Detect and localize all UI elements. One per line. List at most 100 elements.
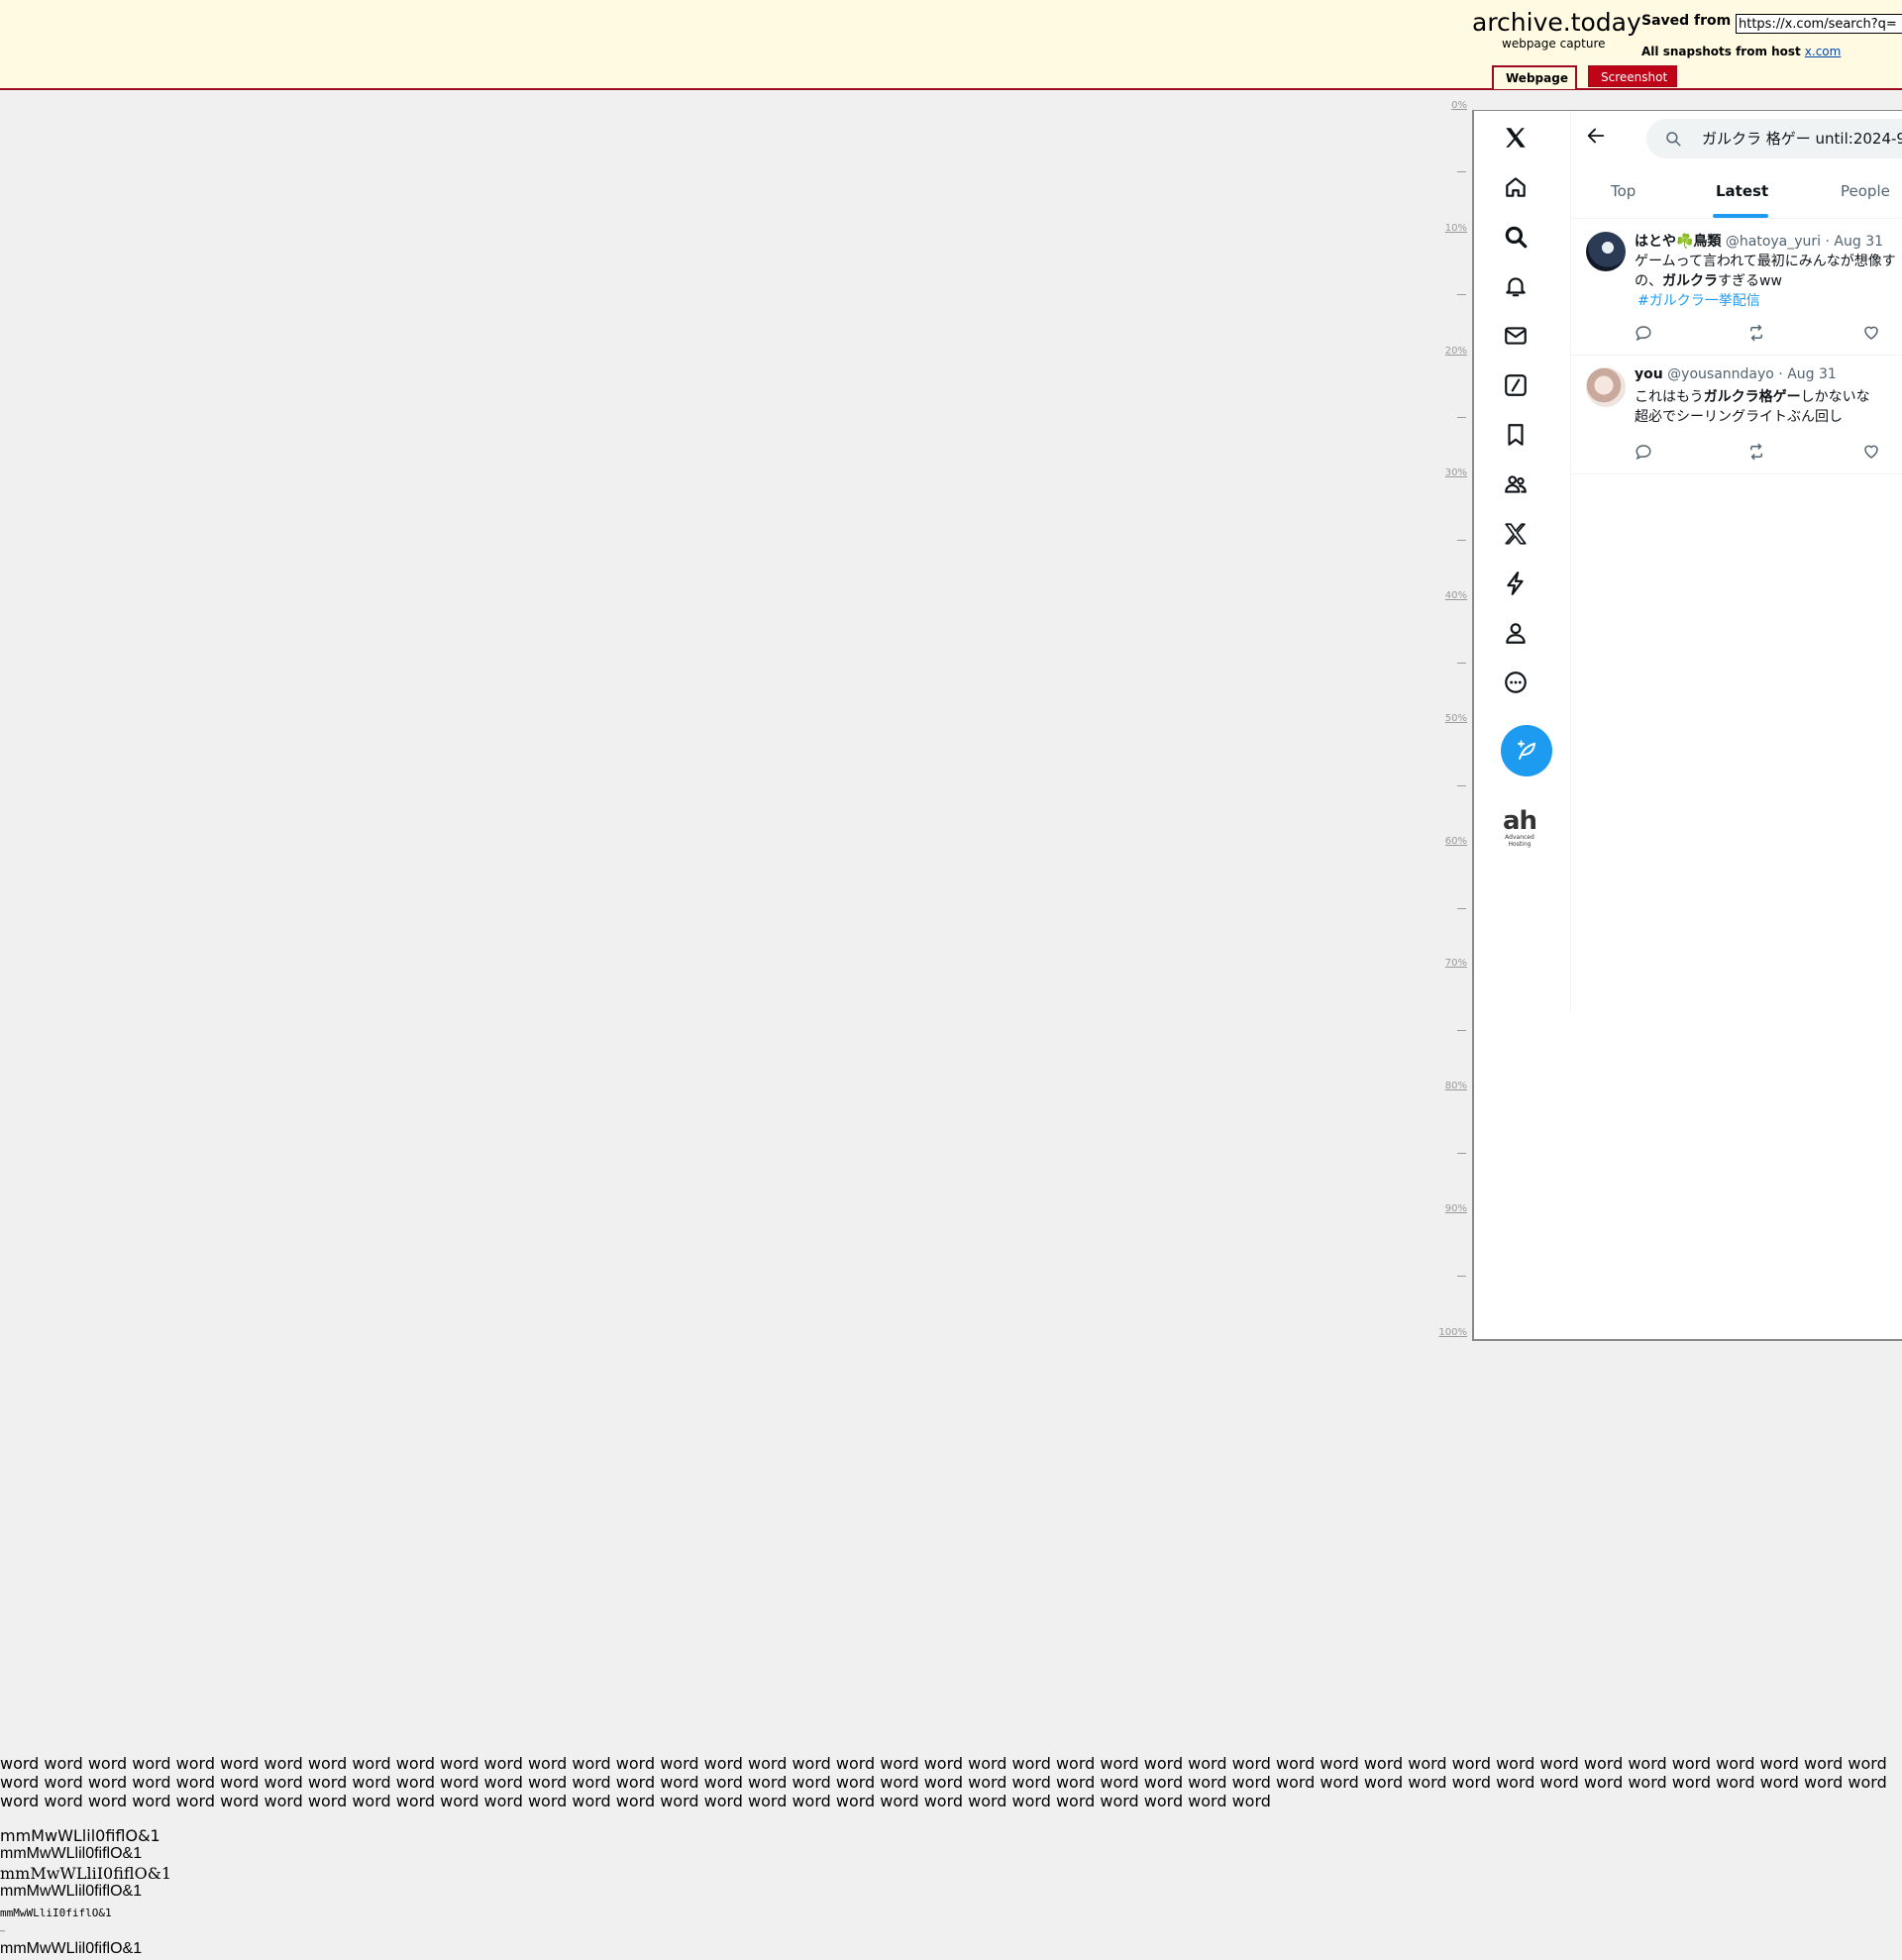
- text-run: すぎるww: [1718, 273, 1782, 289]
- ruler-label[interactable]: 100%: [1427, 1327, 1467, 1338]
- bell-icon[interactable]: [1501, 271, 1531, 301]
- post-button[interactable]: [1501, 725, 1552, 776]
- more-icon[interactable]: [1501, 668, 1531, 697]
- ruler-label[interactable]: 80%: [1427, 1081, 1467, 1091]
- like-icon[interactable]: [1862, 443, 1880, 461]
- tweet[interactable]: はとや☘️鳥類 @hatoya_yuri · Aug 31 ゲームって言われて最…: [1571, 220, 1902, 356]
- highlight-term: ガルクラ格ゲー: [1703, 389, 1801, 405]
- filler-text-block: word word word word word word word word …: [0, 1754, 1887, 1810]
- host-link[interactable]: x.com: [1805, 45, 1842, 58]
- bookmark-icon[interactable]: [1501, 420, 1531, 450]
- tweet-line: これはもうガルクラ格ゲーしかないな: [1635, 387, 1870, 407]
- mail-icon[interactable]: [1501, 321, 1531, 351]
- tab-webpage[interactable]: Webpage: [1492, 65, 1577, 89]
- home-icon[interactable]: [1501, 172, 1531, 202]
- ruler-label[interactable]: 10%: [1427, 223, 1467, 234]
- font-sample-line: mmMwWLliI0fiflO&1: [0, 1864, 172, 1883]
- premium-icon[interactable]: [1501, 519, 1531, 549]
- handle[interactable]: @yousanndayo: [1667, 366, 1774, 382]
- ruler-label[interactable]: 0%: [1427, 100, 1467, 111]
- tweet-line: ゲームって言われて最初にみんなが想像す: [1635, 254, 1896, 269]
- font-sample-line: mmMwWLlil0fiflO&1: [0, 1845, 143, 1862]
- ruler-label[interactable]: 50%: [1427, 713, 1467, 724]
- x-logo-icon[interactable]: [1501, 123, 1531, 153]
- timestamp[interactable]: · Aug 31: [1826, 234, 1884, 250]
- profile-icon[interactable]: [1501, 618, 1531, 648]
- search-icon[interactable]: [1501, 222, 1531, 252]
- archive-subtitle: webpage capture: [1502, 37, 1606, 51]
- repost-icon[interactable]: [1747, 443, 1765, 461]
- archive-header: archive.today webpage capture Saved from…: [0, 0, 1902, 90]
- font-sample-line: mmMwWLlil0fiflO&1: [0, 1826, 160, 1845]
- ruler-label[interactable]: 60%: [1427, 836, 1467, 847]
- ruler-tick: [1457, 1276, 1466, 1277]
- ruler-label[interactable]: 40%: [1427, 590, 1467, 601]
- tab-screenshot[interactable]: Screenshot: [1588, 65, 1677, 87]
- divider: [1571, 218, 1902, 219]
- ad-logo-mark: ah: [1502, 806, 1537, 836]
- handle[interactable]: @hatoya_yuri: [1726, 234, 1821, 250]
- archive-title[interactable]: archive.today: [1472, 8, 1641, 37]
- like-icon[interactable]: [1862, 324, 1880, 342]
- text-run: の、: [1635, 273, 1662, 289]
- ruler-tick: [1457, 663, 1466, 664]
- text-run: しかないな: [1800, 389, 1870, 405]
- tweet-line: の、ガルクラすぎるww: [1635, 271, 1896, 291]
- tab-latest[interactable]: Latest: [1716, 182, 1768, 200]
- lightning-icon[interactable]: [1501, 568, 1531, 598]
- tweet-header: はとや☘️鳥類 @hatoya_yuri · Aug 31: [1635, 231, 1883, 251]
- compose-icon: [1518, 740, 1536, 760]
- hashtag-link[interactable]: #ガルクラ一挙配信: [1635, 291, 1896, 311]
- dash-mark: _: [0, 1921, 5, 1932]
- saved-from-url-input[interactable]: [1736, 14, 1902, 34]
- grok-icon[interactable]: [1501, 370, 1531, 400]
- from-host-label: from host: [1736, 45, 1801, 58]
- search-query: ガルクラ 格ゲー until:2024-9-: [1702, 130, 1902, 148]
- ruler-tick: [1457, 171, 1466, 172]
- avatar[interactable]: [1586, 232, 1626, 271]
- tab-people[interactable]: People: [1841, 182, 1890, 200]
- tweet-actions: [1635, 324, 1892, 344]
- ruler-label[interactable]: 30%: [1427, 467, 1467, 478]
- ruler-label[interactable]: 20%: [1427, 346, 1467, 357]
- font-sample-line-mono: mmMwWLliI0fiflO&1: [0, 1907, 112, 1919]
- repost-icon[interactable]: [1747, 324, 1765, 342]
- timestamp[interactable]: · Aug 31: [1778, 366, 1837, 382]
- ruler-tick: [1457, 1030, 1466, 1031]
- search-icon: [1666, 132, 1681, 147]
- communities-icon[interactable]: [1501, 469, 1531, 499]
- tweet[interactable]: you @yousanndayo · Aug 31 これはもうガルクラ格ゲーしか…: [1571, 356, 1902, 474]
- x-main-column: ガルクラ 格ゲー until:2024-9- Top Latest People…: [1570, 111, 1902, 1011]
- ruler-tick: [1457, 540, 1466, 541]
- saved-from-label: Saved from: [1641, 13, 1732, 29]
- all-snapshots-line: All snapshots from host x.com: [1641, 45, 1841, 58]
- all-snapshots-label: All snapshots: [1641, 45, 1732, 58]
- ruler-label[interactable]: 90%: [1427, 1203, 1467, 1214]
- ruler-tick: [1457, 294, 1466, 295]
- font-sample-line: mmMwWLlil0fiflO&1: [0, 1883, 143, 1900]
- ruler-tick: [1457, 908, 1466, 909]
- tweet-line: 超必でシーリングライトぶん回し: [1635, 409, 1843, 425]
- x-page-frame: ah Advanced Hosting ガルクラ 格ゲー until:2024-…: [1472, 110, 1902, 1341]
- tweet-actions: [1635, 443, 1892, 463]
- reply-icon[interactable]: [1635, 443, 1652, 461]
- ruler-tick: [1457, 417, 1466, 418]
- tab-top[interactable]: Top: [1611, 182, 1636, 200]
- display-name[interactable]: はとや☘️鳥類: [1635, 234, 1721, 250]
- ad-logo-text-2: Hosting: [1508, 841, 1532, 848]
- ruler-label[interactable]: 70%: [1427, 958, 1467, 969]
- search-input[interactable]: ガルクラ 格ゲー until:2024-9-: [1646, 119, 1902, 158]
- ad-logo-text-1: Advanced: [1505, 834, 1534, 841]
- avatar[interactable]: [1586, 367, 1626, 407]
- ruler-tick: [1457, 785, 1466, 786]
- text-run: これはもう: [1635, 389, 1704, 405]
- display-name[interactable]: you: [1635, 366, 1663, 382]
- x-sidebar-nav: ah Advanced Hosting: [1474, 111, 1570, 1339]
- reply-icon[interactable]: [1635, 324, 1652, 342]
- back-arrow-icon[interactable]: [1585, 125, 1607, 147]
- font-sample-line: mmMwWLlil0fiflO&1: [0, 1940, 143, 1957]
- ruler-tick: [1457, 1153, 1466, 1154]
- tweet-text: ゲームって言われて最初にみんなが想像す の、ガルクラすぎるww #ガルクラ一挙配…: [1635, 252, 1896, 311]
- advanced-hosting-logo[interactable]: ah Advanced Hosting: [1500, 808, 1539, 848]
- tweet-text: これはもうガルクラ格ゲーしかないな 超必でシーリングライトぶん回し: [1635, 387, 1870, 427]
